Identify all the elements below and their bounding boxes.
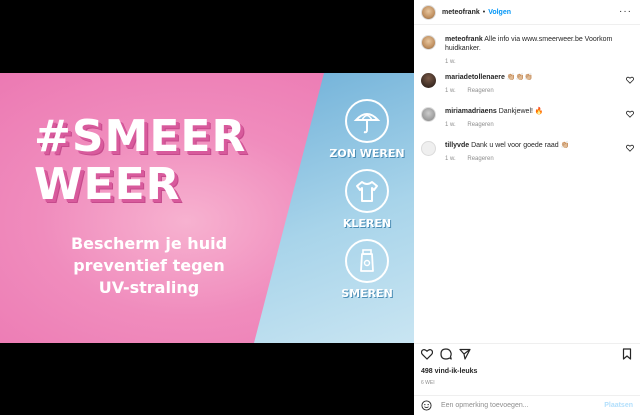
like-comment-heart-icon[interactable] [626,110,634,118]
post-date: 6 WEI [421,380,435,386]
comment-username[interactable]: miriamadriaens [445,108,497,115]
comment-text: 👏🏼👏🏼👏🏼 [506,74,534,81]
bookmark-icon[interactable] [621,348,633,360]
comment-time: 1 w. [445,88,456,94]
comment-text: Dankjewel! 🔥 [498,108,544,115]
comments-list: meteofrank Alle info via www.smeerweer.b… [414,33,640,173]
post-actions [421,348,633,362]
like-comment-heart-icon[interactable] [626,76,634,84]
avatar[interactable] [421,35,436,50]
emoji-icon[interactable] [421,400,432,411]
label-kleren: KLEREN [342,217,392,230]
add-comment-bar: Een opmerking toevoegen... Plaatsen [414,395,640,415]
post-comment-button[interactable]: Plaatsen [604,402,633,409]
banner-subtitle: Bescherm je huid preventief tegen UV-str… [34,233,264,299]
like-count[interactable]: 498 vind-ik-leuks [421,368,477,375]
post-sidebar: meteofrank • Volgen ··· meteofrank Alle … [414,0,640,415]
separator-dot: • [482,8,486,16]
tips-column: ZON WEREN KLEREN SMEREN [318,99,414,309]
comment-item: mariadetollenaere 👏🏼👏🏼👏🏼 1 w. Reageren [414,71,640,105]
like-comment-heart-icon[interactable] [626,144,634,152]
comment-time: 1 w. [445,156,456,162]
reply-button[interactable]: Reageren [467,122,493,128]
post-viewer: #SMEER WEER Bescherm je huid preventief … [0,0,640,415]
comment-item: tillyvde Dank u wel voor goede raad 👏🏼 1… [414,139,640,173]
reply-button[interactable]: Reageren [467,88,493,94]
post-header: meteofrank • Volgen ··· [414,0,640,25]
subtitle-line-1: Bescherm je huid [70,234,228,253]
avatar[interactable] [421,73,436,88]
divider [414,343,640,344]
share-icon[interactable] [459,348,471,360]
more-options-icon[interactable]: ··· [619,6,632,17]
caption-username[interactable]: meteofrank [445,36,483,43]
smeerweer-banner: #SMEER WEER Bescherm je huid preventief … [0,73,414,343]
sunscreen-icon [345,239,389,283]
subtitle-line-2: preventief tegen [73,256,225,275]
tshirt-icon [345,169,389,213]
headline-line-1: #SMEER [34,111,247,162]
comment-text: Dank u wel voor goede raad 👏🏼 [471,142,570,149]
follow-button[interactable]: Volgen [488,9,511,16]
comment-icon[interactable] [440,348,452,360]
comment-time: 1 w. [445,122,456,128]
caption-time: 1 w. [445,59,456,65]
avatar[interactable] [421,141,436,156]
comment-username[interactable]: tillyvde [445,142,469,149]
banner-headline: #SMEER WEER [34,113,246,209]
post-media[interactable]: #SMEER WEER Bescherm je huid preventief … [0,0,414,415]
comment-username[interactable]: mariadetollenaere [445,74,505,81]
like-heart-icon[interactable] [421,348,433,360]
subtitle-line-3: UV-straling [98,278,200,297]
comment-input[interactable]: Een opmerking toevoegen... [441,402,529,409]
label-zon-weren: ZON WEREN [329,147,405,160]
reply-button[interactable]: Reageren [467,156,493,162]
headline-line-2: WEER [34,159,181,210]
avatar[interactable] [421,4,436,20]
caption: meteofrank Alle info via www.smeerweer.b… [414,33,640,67]
label-smeren: SMEREN [341,287,393,300]
comment-item: miriamadriaens Dankjewel! 🔥 1 w. Reagere… [414,105,640,139]
header-username[interactable]: meteofrank [442,9,480,16]
avatar[interactable] [421,107,436,122]
umbrella-icon [345,99,389,143]
